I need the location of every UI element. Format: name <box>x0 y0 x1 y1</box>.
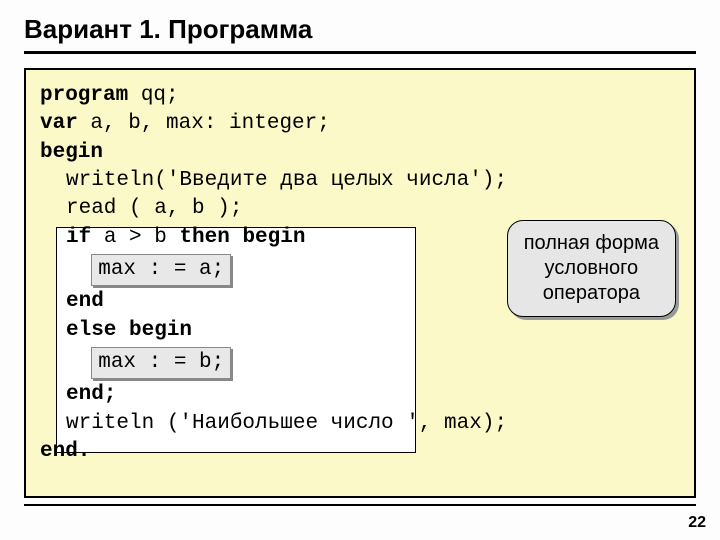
slide: Вариант 1. Программа program qq; var a, … <box>0 0 720 540</box>
callout-line: оператора <box>524 281 659 306</box>
kw-end-final: end. <box>40 440 90 463</box>
kw-then-begin: then begin <box>179 226 305 249</box>
callout-line: полная форма <box>524 231 659 256</box>
page-number: 22 <box>688 514 706 532</box>
callout-line: условного <box>524 256 659 281</box>
callout: полная форма условного оператора <box>507 220 676 317</box>
kw-begin: begin <box>40 141 103 164</box>
callout-bubble: полная форма условного оператора <box>507 220 676 317</box>
kw-var: var <box>40 112 78 135</box>
code-line: writeln('Введите два целых числа'); <box>40 167 507 195</box>
kw-begin2: begin <box>129 319 192 342</box>
code-line: max : = b; <box>40 345 231 381</box>
code-text: a > b <box>91 226 179 249</box>
code-line: else begin <box>40 317 192 345</box>
chip-max-a: max : = a; <box>91 254 231 286</box>
code-text: a, b, max: integer; <box>78 112 330 135</box>
slide-title: Вариант 1. Программа <box>24 14 696 54</box>
kw-end: end <box>40 288 104 316</box>
code-line: max : = a; <box>40 252 231 288</box>
kw-if: if <box>66 226 91 249</box>
kw-else: else <box>66 319 129 342</box>
code-line: read ( a, b ); <box>40 195 242 223</box>
code-text: qq; <box>128 84 178 107</box>
code-box: program qq; var a, b, max: integer; begi… <box>24 68 696 498</box>
chip-max-b: max : = b; <box>91 347 231 379</box>
footer-rule <box>24 504 696 506</box>
code-line: writeln ('Наибольшее число ', max); <box>40 410 507 438</box>
kw-end2: end; <box>40 381 116 409</box>
kw-program: program <box>40 84 128 107</box>
code-line: if a > b then begin <box>40 224 305 252</box>
